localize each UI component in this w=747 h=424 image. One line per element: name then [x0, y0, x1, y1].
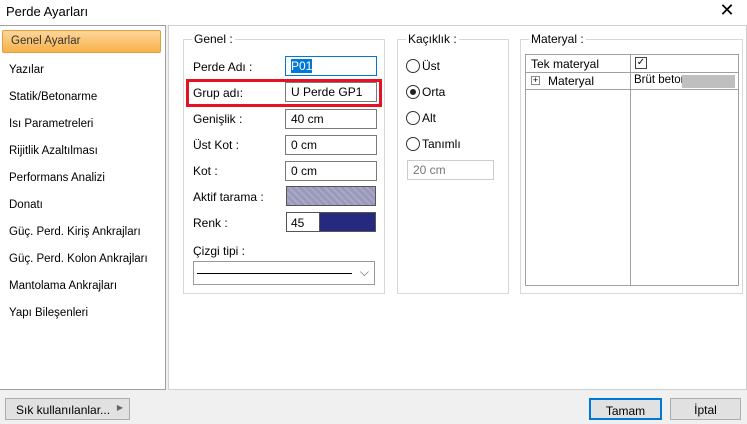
radio-alt[interactable] — [406, 111, 420, 125]
favorites-label: Sık kullanılanlar... — [16, 403, 111, 417]
sidebar-item-mantolama[interactable]: Mantolama Ankrajları — [9, 280, 117, 292]
perde-adi-input[interactable]: P01 — [285, 56, 377, 76]
sidebar-item-rijitlik[interactable]: Rijitlik Azaltılması — [9, 145, 98, 157]
close-icon[interactable]: ✕ — [715, 0, 739, 21]
radio-ust-label[interactable]: Üst — [422, 59, 440, 73]
cizgi-tipi-label: Çizgi tipi : — [193, 244, 246, 258]
sidebar-item-statik[interactable]: Statik/Betonarme — [9, 91, 97, 103]
radio-orta[interactable] — [406, 85, 420, 99]
materyal-dropdown-area[interactable] — [682, 75, 735, 88]
sidebar-item-donati[interactable]: Donatı — [9, 199, 43, 211]
genel-group: Genel : Perde Adı : P01 Grup adı: U Perd… — [183, 32, 385, 294]
window-title: Perde Ayarları — [6, 4, 89, 19]
tek-materyal-checkbox[interactable]: ✓ — [635, 57, 647, 69]
chevron-down-icon: ⌵ — [359, 265, 369, 279]
sidebar: Genel Ayarlar Yazılar Statik/Betonarme I… — [0, 25, 166, 390]
renk-value: 45 — [291, 216, 305, 230]
sidebar-item-kolon-ankraj[interactable]: Güç. Perd. Kolon Ankrajları — [9, 253, 148, 265]
radio-orta-label[interactable]: Orta — [422, 85, 445, 99]
grid-row-materyal[interactable]: + Materyal Brüt beton — [526, 73, 738, 90]
genislik-label: Genişlik : — [193, 112, 243, 126]
grid-row-tek-materyal[interactable]: Tek materyal ✓ — [526, 55, 738, 73]
chevron-right-icon: ▶ — [116, 403, 123, 412]
kaciklik-title: Kaçıklık : — [406, 32, 459, 46]
sidebar-item-isi[interactable]: Isı Parametreleri — [9, 118, 93, 130]
materyal-grid: Tek materyal ✓ + Materyal Brüt beton — [525, 54, 739, 286]
materyal-label: Materyal — [548, 74, 595, 88]
sidebar-item-performans[interactable]: Performans Analizi — [9, 172, 105, 184]
ust-kot-input[interactable]: 0 cm — [285, 135, 377, 155]
renk-picker[interactable]: 45 — [286, 212, 376, 232]
perde-adi-label: Perde Adı : — [193, 60, 253, 74]
content-panel: Genel : Perde Adı : P01 Grup adı: U Perd… — [168, 25, 747, 390]
title-bar: Perde Ayarları ✕ — [0, 0, 747, 25]
expand-icon[interactable]: + — [531, 76, 540, 85]
radio-tanimli-label[interactable]: Tanımlı — [422, 137, 461, 151]
favorites-button[interactable]: Sık kullanılanlar... ▶ — [5, 398, 130, 420]
cancel-button[interactable]: İptal — [670, 398, 741, 420]
materyal-value[interactable]: Brüt beton — [634, 74, 687, 86]
aktif-tarama-label: Aktif tarama : — [193, 190, 264, 204]
radio-tanimli[interactable] — [406, 137, 420, 151]
materyal-title: Materyal : — [529, 32, 586, 46]
line-sample — [197, 273, 352, 274]
ust-kot-label: Üst Kot : — [193, 138, 240, 152]
ok-button[interactable]: Tamam — [589, 398, 662, 420]
tek-materyal-label: Tek materyal — [531, 57, 600, 71]
kaciklik-group: Kaçıklık : Üst Orta Alt Tanımlı 20 cm — [397, 32, 509, 294]
sidebar-item-yapi[interactable]: Yapı Bileşenleri — [9, 307, 88, 319]
aktif-tarama-swatch[interactable] — [286, 186, 376, 206]
sidebar-item-genel-ayarlar[interactable]: Genel Ayarlar — [2, 30, 161, 53]
radio-ust[interactable] — [406, 59, 420, 73]
materyal-group: Materyal : Tek materyal ✓ + Materyal Brü… — [520, 32, 743, 294]
grup-adi-label: Grup adı: — [193, 86, 244, 100]
sidebar-item-kiris-ankraj[interactable]: Güç. Perd. Kiriş Ankrajları — [9, 226, 141, 238]
radio-alt-label[interactable]: Alt — [422, 111, 436, 125]
kot-input[interactable]: 0 cm — [285, 161, 377, 181]
genel-title: Genel : — [192, 32, 235, 46]
genislik-input[interactable]: 40 cm — [285, 109, 377, 129]
renk-swatch — [319, 213, 375, 231]
cizgi-tipi-select[interactable]: ⌵ — [193, 261, 375, 285]
tanimli-input[interactable]: 20 cm — [407, 160, 494, 180]
grup-adi-input[interactable]: U Perde GP1 — [285, 82, 377, 102]
sidebar-item-yazilar[interactable]: Yazılar — [9, 64, 44, 76]
renk-label: Renk : — [193, 216, 228, 230]
kot-label: Kot : — [193, 164, 218, 178]
